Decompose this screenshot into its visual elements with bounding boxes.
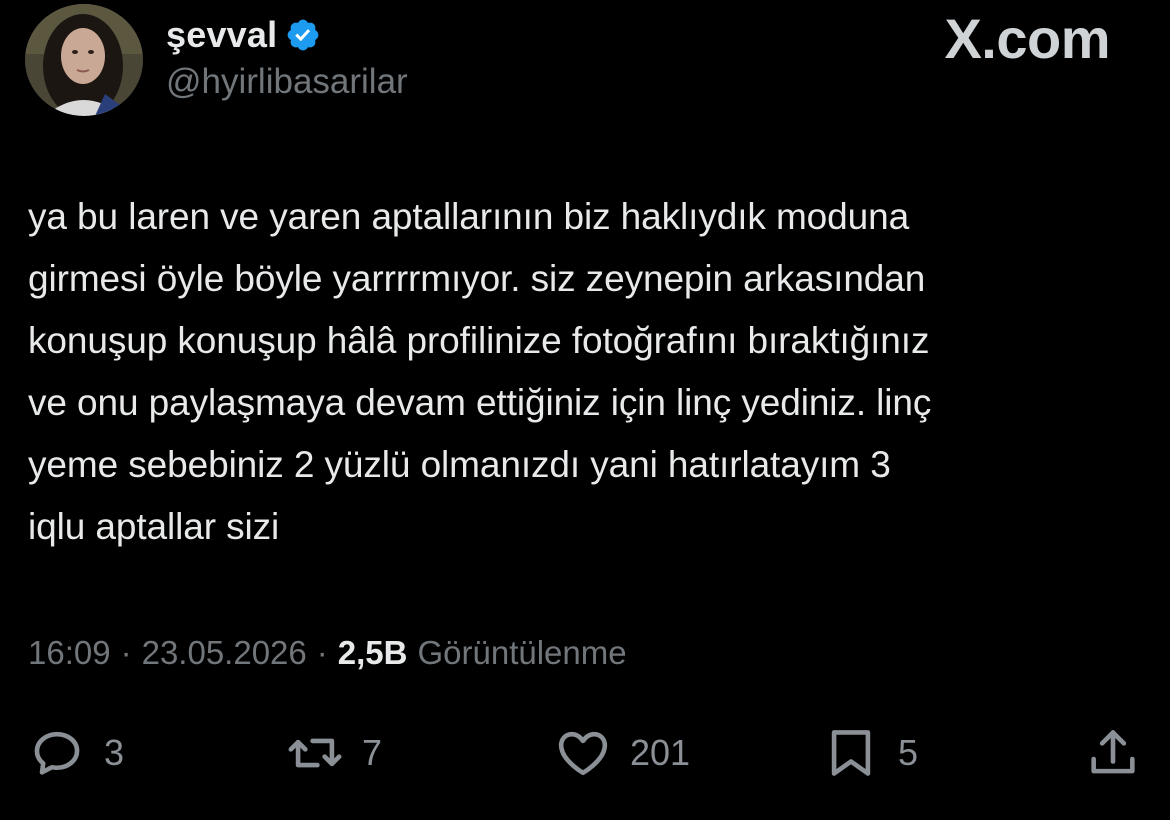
like-count: 201 — [630, 732, 691, 773]
reply-icon — [34, 731, 80, 775]
repost-icon — [288, 738, 342, 768]
bookmark-button[interactable]: 5 — [822, 718, 918, 788]
heart-icon — [558, 731, 608, 776]
action-bar: 3 7 201 5 — [0, 718, 1170, 788]
avatar[interactable] — [25, 4, 143, 116]
x-watermark: X.com — [944, 7, 1110, 70]
share-button[interactable] — [1084, 718, 1142, 788]
display-name[interactable]: şevval — [166, 14, 277, 56]
user-handle[interactable]: @hyirlibasarilar — [166, 62, 408, 102]
tweet-date[interactable]: 23.05.2026 — [142, 634, 307, 672]
share-icon — [1091, 730, 1135, 774]
verified-badge-icon — [287, 19, 319, 51]
reply-count: 3 — [104, 732, 125, 773]
tweet-time[interactable]: 16:09 — [28, 634, 111, 672]
meta-separator: · — [120, 634, 132, 671]
meta-separator: · — [316, 634, 328, 671]
views-label: Görüntülenme — [417, 634, 627, 671]
bookmark-count: 5 — [898, 732, 919, 773]
tweet-text: ya bu laren ve yaren aptallarının biz ha… — [28, 196, 932, 547]
like-button[interactable]: 201 — [554, 718, 690, 788]
bookmark-icon — [831, 730, 871, 776]
author-name-row: şevval — [166, 14, 321, 56]
repost-button[interactable]: 7 — [286, 718, 382, 788]
views-count[interactable]: 2,5B — [338, 634, 408, 672]
reply-button[interactable]: 3 — [28, 718, 124, 788]
repost-count: 7 — [362, 732, 383, 773]
profile-photo-icon — [25, 4, 143, 116]
tweet-meta: 16:09 · 23.05.2026 · 2,5B Görüntülenme — [28, 634, 627, 672]
